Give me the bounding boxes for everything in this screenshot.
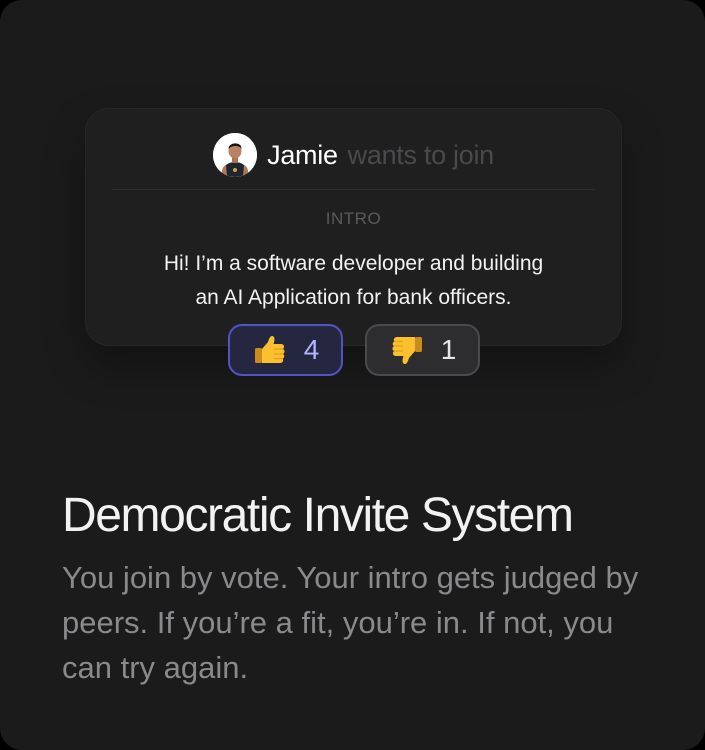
thumbs-down-icon [389,332,425,368]
downvote-count: 1 [440,334,457,365]
thumbs-up-icon [252,332,288,368]
upvote-count: 4 [303,334,320,365]
join-status-text: wants to join [347,139,494,170]
feature-panel: Jamie wants to join INTRO Hi! I’m a soft… [0,0,705,750]
avatar [213,133,258,177]
downvote-button[interactable]: 1 [365,324,480,376]
join-request-header: Jamie wants to join [112,131,595,179]
user-name[interactable]: Jamie [267,140,338,171]
card-divider [112,189,595,190]
intro-label: INTRO [325,209,382,228]
intro-text: Hi! I’m a software developer and buildin… [106,247,601,315]
intro-line: an AI Application for bank officers. [195,286,512,309]
feature-description: You join by vote. Your intro gets judged… [62,560,639,685]
feature-title: Democratic Invite System [62,489,574,542]
join-request-card: Jamie wants to join INTRO Hi! I’m a soft… [85,108,622,346]
intro-line: Hi! I’m a software developer and buildin… [163,252,544,275]
upvote-button[interactable]: 4 [228,324,343,376]
